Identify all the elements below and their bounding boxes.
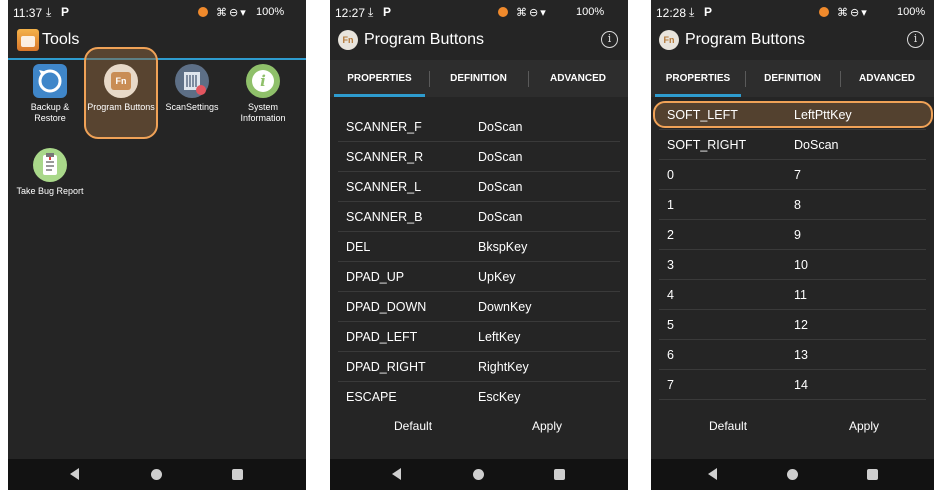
- app-label: Backup & Restore: [30, 102, 70, 123]
- list-item[interactable]: SCANNER_B DoScan: [338, 202, 620, 232]
- list-item[interactable]: SCANNER_L DoScan: [338, 172, 620, 202]
- list-item[interactable]: 6 13: [659, 340, 926, 370]
- back-icon[interactable]: [70, 468, 79, 480]
- list-item[interactable]: DPAD_RIGHT RightKey: [338, 352, 620, 382]
- app-take-bug-report[interactable]: Take Bug Report: [15, 142, 85, 222]
- list-item[interactable]: DEL BkspKey: [338, 232, 620, 262]
- tab-advanced[interactable]: ADVANCED: [528, 60, 628, 97]
- back-icon[interactable]: [392, 468, 401, 480]
- tab-definition[interactable]: DEFINITION: [429, 60, 528, 97]
- properties-list: SOFT_LEFT LeftPttKey SOFT_RIGHT DoScan 07 …: [653, 100, 933, 400]
- battery-level: 100%: [897, 6, 926, 18]
- battery-level: 100%: [576, 6, 605, 18]
- app-system-information[interactable]: i System Information: [228, 58, 298, 138]
- recent-apps-icon[interactable]: [867, 469, 878, 480]
- battery-level: 100%: [256, 6, 285, 18]
- tab-advanced[interactable]: ADVANCED: [840, 60, 934, 97]
- list-item[interactable]: ESCAPE EscKey: [338, 382, 620, 412]
- p-notification-icon: P: [704, 5, 713, 19]
- list-item[interactable]: SCANNER_F DoScan: [338, 112, 620, 142]
- status-icons: ⌘⊖▾: [216, 7, 248, 19]
- list-item[interactable]: DPAD_DOWN DownKey: [338, 292, 620, 322]
- list-item[interactable]: DPAD_UP UpKey: [338, 262, 620, 292]
- page-title: Program Buttons: [364, 31, 485, 48]
- properties-list: SCANNER_F DoScan SCANNER_R DoScan SCANNER_…: [338, 112, 620, 412]
- tab-properties[interactable]: PROPERTIES: [330, 60, 429, 97]
- tools-icon: [17, 29, 39, 51]
- list-item[interactable]: 4 11: [659, 280, 926, 310]
- download-icon: ⤓: [46, 5, 52, 19]
- tab-bar: PROPERTIES DEFINITION ADVANCED: [651, 60, 934, 97]
- footer-actions: Default Apply: [651, 412, 934, 442]
- home-icon[interactable]: [473, 469, 484, 480]
- list-item-selected[interactable]: SOFT_LEFT LeftPttKey: [653, 100, 933, 130]
- status-icons: ⌘⊖▾: [516, 7, 548, 19]
- list-item[interactable]: SCANNER_R DoScan: [338, 142, 620, 172]
- nav-bar: [8, 459, 306, 490]
- nav-bar: [651, 459, 934, 490]
- list-item[interactable]: 5 12: [659, 310, 926, 340]
- footer-actions: Default Apply: [330, 412, 628, 442]
- list-item[interactable]: DPAD_LEFT LeftKey: [338, 322, 620, 352]
- recent-apps-icon[interactable]: [232, 469, 243, 480]
- phone-screen-program-buttons-1: 12:27 ⤓ P ⌘⊖▾ 100% Fn Program Buttons i …: [330, 0, 628, 490]
- p-notification-icon: P: [383, 5, 392, 19]
- status-time: 12:27: [335, 6, 366, 20]
- list-item[interactable]: 07: [659, 160, 926, 190]
- p-notification-icon: P: [61, 5, 70, 19]
- notification-dot-icon: [819, 7, 829, 17]
- status-bar: 12:28 ⤓ P ⌘⊖▾ 100%: [651, 0, 934, 24]
- app-backup-restore[interactable]: Backup & Restore: [15, 58, 85, 138]
- info-icon[interactable]: i: [601, 31, 618, 48]
- system-info-icon: i: [246, 64, 280, 98]
- status-bar: 11:37 ⤓ P ⌘⊖▾ 100%: [8, 0, 306, 24]
- apply-button[interactable]: Apply: [849, 419, 879, 433]
- page-title: Tools: [42, 31, 80, 48]
- app-program-buttons[interactable]: Fn Program Buttons: [86, 58, 156, 138]
- app-bar: Fn Program Buttons i: [330, 24, 628, 60]
- app-label: System Information: [240, 102, 286, 123]
- tab-bar: PROPERTIES DEFINITION ADVANCED: [330, 60, 628, 97]
- app-label: Take Bug Report: [16, 186, 84, 196]
- fn-app-icon: Fn: [659, 30, 679, 50]
- home-icon[interactable]: [151, 469, 162, 480]
- app-bar: Tools: [8, 24, 306, 60]
- list-item[interactable]: 29: [659, 220, 926, 250]
- page-title: Program Buttons: [685, 31, 806, 48]
- info-icon[interactable]: i: [907, 31, 924, 48]
- home-icon[interactable]: [787, 469, 798, 480]
- app-scan-settings[interactable]: ScanSettings: [157, 58, 227, 138]
- app-label: Program Buttons: [87, 102, 155, 112]
- phone-screen-program-buttons-2: 12:28 ⤓ P ⌘⊖▾ 100% Fn Program Buttons i …: [651, 0, 934, 490]
- default-button[interactable]: Default: [394, 419, 432, 433]
- back-icon[interactable]: [708, 468, 717, 480]
- app-label: ScanSettings: [165, 102, 219, 112]
- nav-bar: [330, 459, 628, 490]
- default-button[interactable]: Default: [709, 419, 747, 433]
- list-item[interactable]: 7 14: [659, 370, 926, 400]
- status-bar: 12:27 ⤓ P ⌘⊖▾ 100%: [330, 0, 628, 24]
- list-item[interactable]: 18: [659, 190, 926, 220]
- tab-definition[interactable]: DEFINITION: [745, 60, 840, 97]
- status-time: 11:37: [13, 6, 43, 20]
- list-item[interactable]: SOFT_RIGHT DoScan: [659, 130, 926, 160]
- status-time: 12:28: [656, 6, 687, 20]
- scan-settings-icon: [175, 64, 209, 98]
- bug-report-icon: [33, 148, 67, 182]
- download-icon: ⤓: [368, 5, 374, 19]
- notification-dot-icon: [498, 7, 508, 17]
- status-icons: ⌘⊖▾: [837, 7, 869, 19]
- backup-restore-icon: [33, 64, 67, 98]
- list-item[interactable]: 3 10: [659, 250, 926, 280]
- recent-apps-icon[interactable]: [554, 469, 565, 480]
- phone-screen-tools: 11:37 ⤓ P ⌘⊖▾ 100% Tools Backup & Restor…: [8, 0, 306, 490]
- apply-button[interactable]: Apply: [532, 419, 562, 433]
- download-icon: ⤓: [689, 5, 695, 19]
- app-bar: Fn Program Buttons i: [651, 24, 934, 60]
- fn-app-icon: Fn: [338, 30, 358, 50]
- program-buttons-icon: Fn: [104, 64, 138, 98]
- notification-dot-icon: [198, 7, 208, 17]
- tab-properties[interactable]: PROPERTIES: [651, 60, 745, 97]
